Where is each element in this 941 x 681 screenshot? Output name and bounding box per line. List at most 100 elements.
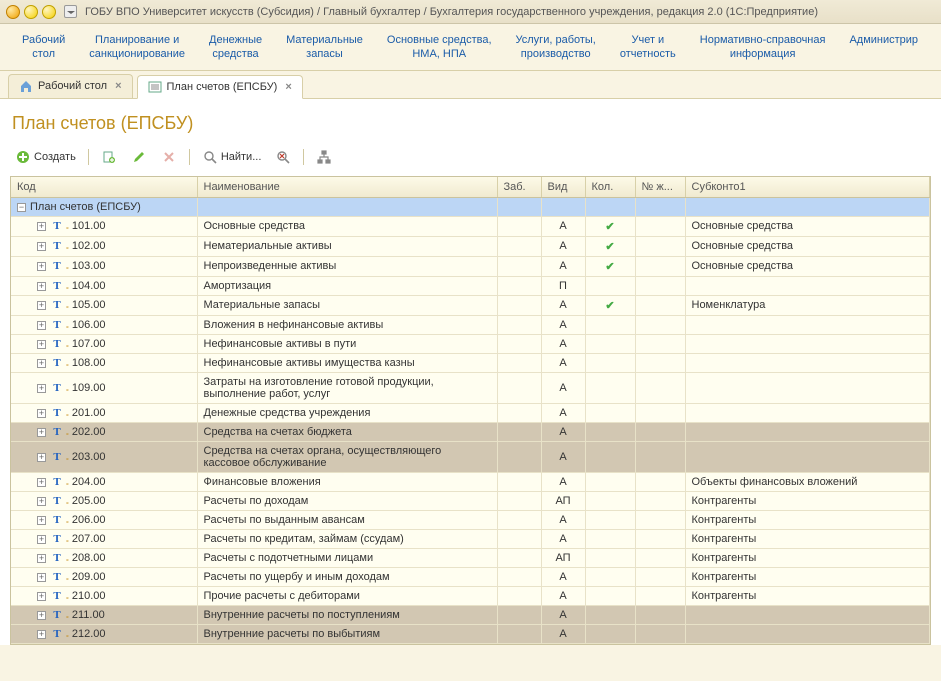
row-code: 107.00 <box>72 338 106 350</box>
row-code: 205.00 <box>72 495 106 507</box>
tab[interactable]: План счетов (ЕПСБУ)× <box>137 75 303 99</box>
nav-item[interactable]: Нормативно-справочнаяинформация <box>688 30 838 70</box>
hierarchy-button[interactable] <box>311 146 337 168</box>
table-row[interactable]: +° 206.00Расчеты по выданным авансамАКон… <box>11 510 930 529</box>
expand-icon[interactable]: + <box>37 321 46 330</box>
expand-icon[interactable]: + <box>37 409 46 418</box>
table-row[interactable]: +° 203.00Средства на счетах органа, осущ… <box>11 441 930 472</box>
expand-icon[interactable]: − <box>17 203 26 212</box>
tab-close-icon[interactable]: × <box>115 80 121 92</box>
row-vid: А <box>541 586 585 605</box>
expand-icon[interactable]: + <box>37 573 46 582</box>
table-row[interactable]: +° 106.00Вложения в нефинансовые активыА <box>11 315 930 334</box>
expand-icon[interactable]: + <box>37 282 46 291</box>
nav-item[interactable]: Услуги, работы,производство <box>504 30 608 70</box>
row-name: Вложения в нефинансовые активы <box>197 315 497 334</box>
expand-icon[interactable]: + <box>37 384 46 393</box>
tab-close-icon[interactable]: × <box>285 81 291 93</box>
table-row[interactable]: +° 207.00Расчеты по кредитам, займам (сс… <box>11 529 930 548</box>
col-header-kol[interactable]: Кол. <box>585 177 635 198</box>
table-row[interactable]: +° 105.00Материальные запасыА✔Номенклату… <box>11 295 930 315</box>
table-row[interactable]: +° 204.00Финансовые вложенияАОбъекты фин… <box>11 472 930 491</box>
table-row[interactable]: +° 102.00Нематериальные активыА✔Основные… <box>11 236 930 256</box>
nav-item[interactable]: Рабочийстол <box>10 30 77 70</box>
window-button[interactable] <box>42 5 56 19</box>
delete-button[interactable] <box>156 146 182 168</box>
window-titlebar: ГОБУ ВПО Университет искусств (Субсидия)… <box>0 0 941 24</box>
table-row[interactable]: +° 212.00Внутренние расчеты по выбытиямА <box>11 624 930 643</box>
expand-icon[interactable]: + <box>37 516 46 525</box>
nav-item[interactable]: Планирование исанкционирование <box>77 30 197 70</box>
tab[interactable]: Рабочий стол× <box>8 74 133 98</box>
row-nz <box>635 491 685 510</box>
clear-find-button[interactable] <box>270 146 296 168</box>
find-button[interactable]: Найти... <box>197 146 267 168</box>
col-header-nz[interactable]: № ж... <box>635 177 685 198</box>
nav-item[interactable]: Основные средства,НМА, НПА <box>375 30 504 70</box>
table-row[interactable]: +° 108.00Нефинансовые активы имущества к… <box>11 353 930 372</box>
edit-button[interactable] <box>126 146 152 168</box>
table-row[interactable]: +° 103.00Непроизведенные активыА✔Основны… <box>11 256 930 276</box>
expand-icon[interactable]: + <box>37 242 46 251</box>
expand-icon[interactable]: + <box>37 222 46 231</box>
table-row[interactable]: +° 209.00Расчеты по ущербу и иным дохода… <box>11 567 930 586</box>
expand-icon[interactable]: + <box>37 554 46 563</box>
table-row[interactable]: −План счетов (ЕПСБУ) <box>11 197 930 216</box>
col-header-code[interactable]: Код <box>11 177 197 198</box>
expand-icon[interactable]: + <box>37 611 46 620</box>
table-row[interactable]: +° 104.00АмортизацияП <box>11 276 930 295</box>
table-row[interactable]: +° 210.00Прочие расчеты с дебиторамиАКон… <box>11 586 930 605</box>
table-row[interactable]: +° 107.00Нефинансовые активы в путиА <box>11 334 930 353</box>
col-header-zab[interactable]: Заб. <box>497 177 541 198</box>
nav-item[interactable]: Денежныесредства <box>197 30 274 70</box>
expand-icon[interactable]: + <box>37 497 46 506</box>
account-icon <box>50 476 64 488</box>
col-header-name[interactable]: Наименование <box>197 177 497 198</box>
row-vid: А <box>541 567 585 586</box>
row-zab <box>497 586 541 605</box>
nav-item[interactable]: Учет иотчетность <box>608 30 688 70</box>
row-zab <box>497 216 541 236</box>
copy-button[interactable] <box>96 146 122 168</box>
row-kol <box>585 472 635 491</box>
table-row[interactable]: +° 205.00Расчеты по доходамАПКонтрагенты <box>11 491 930 510</box>
table-row[interactable]: +° 202.00Средства на счетах бюджетаА <box>11 422 930 441</box>
expand-icon[interactable]: + <box>37 428 46 437</box>
window-dropdown-button[interactable] <box>64 5 77 18</box>
row-kol <box>585 197 635 216</box>
expand-icon[interactable]: + <box>37 478 46 487</box>
account-icon <box>50 319 64 331</box>
window-1c-icon[interactable] <box>6 5 20 19</box>
row-sub1 <box>685 353 930 372</box>
col-header-vid[interactable]: Вид <box>541 177 585 198</box>
row-nz <box>635 372 685 403</box>
expand-icon[interactable]: + <box>37 262 46 271</box>
expand-icon[interactable]: + <box>37 340 46 349</box>
row-vid <box>541 197 585 216</box>
expand-icon[interactable]: + <box>37 592 46 601</box>
expand-icon[interactable]: + <box>37 630 46 639</box>
table-row[interactable]: +° 208.00Расчеты с подотчетными лицамиАП… <box>11 548 930 567</box>
col-header-sub1[interactable]: Субконто1 <box>685 177 930 198</box>
row-sub1 <box>685 315 930 334</box>
nav-item[interactable]: Администрир <box>837 30 930 70</box>
expand-icon[interactable]: + <box>37 301 46 310</box>
table-row[interactable]: +° 201.00Денежные средства учрежденияА <box>11 403 930 422</box>
row-code: 211.00 <box>72 609 105 621</box>
table-row[interactable]: +° 101.00Основные средстваА✔Основные сре… <box>11 216 930 236</box>
row-kol <box>585 372 635 403</box>
table-row[interactable]: +° 211.00Внутренние расчеты по поступлен… <box>11 605 930 624</box>
row-vid: А <box>541 216 585 236</box>
window-button[interactable] <box>24 5 38 19</box>
row-vid: А <box>541 334 585 353</box>
nav-item[interactable]: Материальныезапасы <box>274 30 375 70</box>
account-icon <box>50 451 64 463</box>
table-row[interactable]: +° 109.00Затраты на изготовление готовой… <box>11 372 930 403</box>
create-button[interactable]: Создать <box>10 146 81 168</box>
window-title-text: ГОБУ ВПО Университет искусств (Субсидия)… <box>85 6 818 18</box>
row-kol <box>585 529 635 548</box>
expand-icon[interactable]: + <box>37 535 46 544</box>
row-vid: АП <box>541 548 585 567</box>
expand-icon[interactable]: + <box>37 453 46 462</box>
expand-icon[interactable]: + <box>37 359 46 368</box>
